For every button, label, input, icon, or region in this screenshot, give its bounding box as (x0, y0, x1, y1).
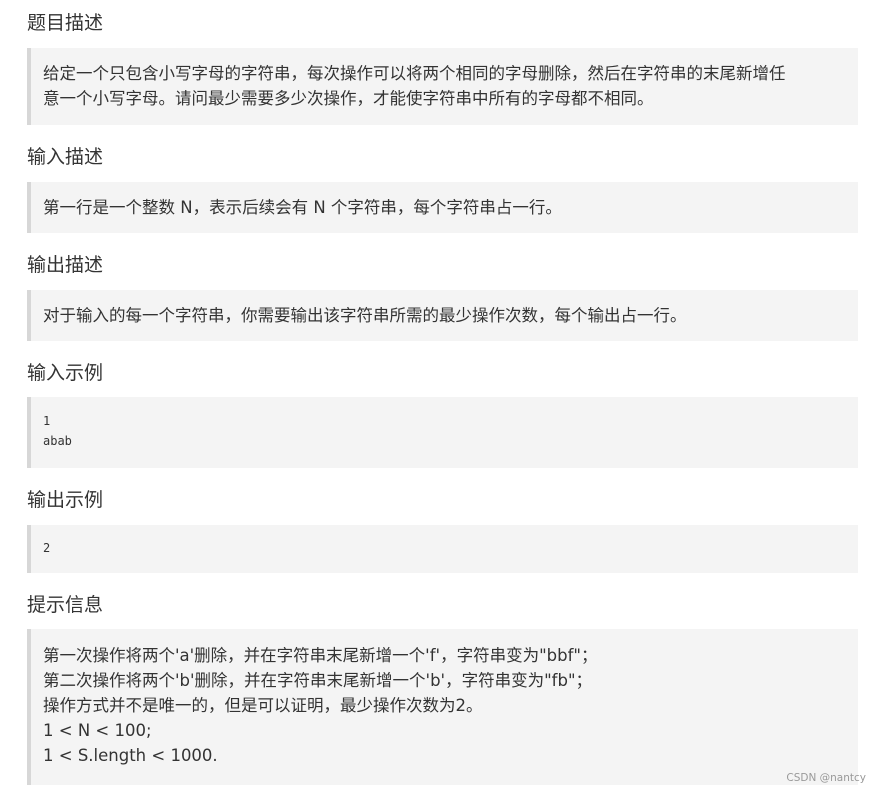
hint-line: 第一次操作将两个'a'删除，并在字符串末尾新增一个'f'，字符串变为"bbf"； (43, 646, 598, 665)
output-description-heading: 输出描述 (27, 254, 104, 276)
watermark: CSDN @nantcy (786, 772, 866, 784)
input-description-heading: 输入描述 (27, 146, 104, 168)
hint-line: 1 < S.length < 1000. (43, 746, 218, 765)
input-description-block: 第一行是一个整数 N，表示后续会有 N 个字符串，每个字符串占一行。 (27, 182, 858, 233)
output-description-block: 对于输入的每一个字符串，你需要输出该字符串所需的最少操作次数，每个输出占一行。 (27, 290, 858, 341)
input-example-heading: 输入示例 (27, 362, 104, 384)
description-block: 给定一个只包含小写字母的字符串，每次操作可以将两个相同的字母删除，然后在字符串的… (27, 48, 858, 125)
hint-block: 第一次操作将两个'a'删除，并在字符串末尾新增一个'f'，字符串变为"bbf"；… (27, 629, 858, 785)
description-heading: 题目描述 (27, 12, 104, 34)
output-description-line: 对于输入的每一个字符串，你需要输出该字符串所需的最少操作次数，每个输出占一行。 (43, 306, 687, 325)
output-example-line: 2 (43, 541, 51, 555)
output-example-heading: 输出示例 (27, 489, 104, 511)
description-line: 意一个小写字母。请问最少需要多少次操作，才能使字符串中所有的字母都不相同。 (43, 89, 654, 108)
input-description-line: 第一行是一个整数 N，表示后续会有 N 个字符串，每个字符串占一行。 (43, 198, 562, 217)
hint-line: 第二次操作将两个'b'删除，并在字符串末尾新增一个'b'，字符串变为"fb"； (43, 671, 593, 690)
hint-line: 1 < N < 100; (43, 721, 152, 740)
hint-heading: 提示信息 (27, 594, 104, 616)
input-example-line: abab (43, 434, 72, 448)
input-example-block: 1 abab (27, 397, 858, 468)
hint-line: 操作方式并不是唯一的，但是可以证明，最少操作次数为2。 (43, 696, 483, 715)
output-example-block: 2 (27, 525, 858, 573)
description-line: 给定一个只包含小写字母的字符串，每次操作可以将两个相同的字母删除，然后在字符串的… (43, 64, 786, 83)
input-example-line: 1 (43, 414, 51, 428)
